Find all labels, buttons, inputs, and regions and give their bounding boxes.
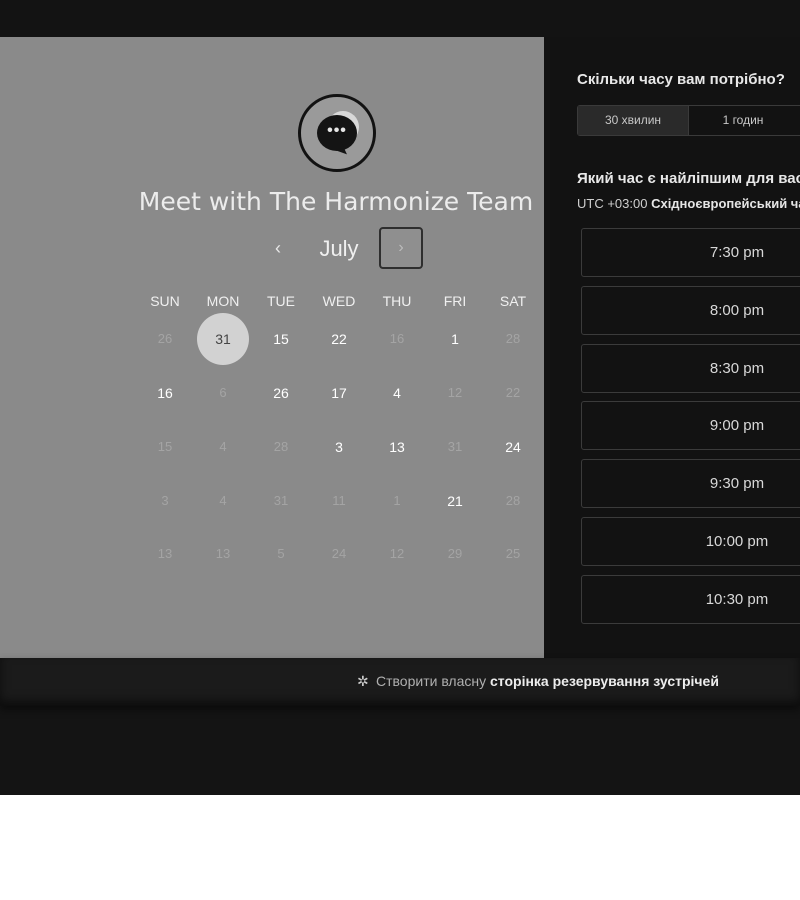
prev-month-button[interactable]: ‹: [264, 231, 292, 265]
footer-band: ✲ Створити власну сторінка резервування з…: [0, 658, 800, 706]
time-slot-button[interactable]: 8:00 pm: [581, 285, 800, 335]
time-slot-label: 8:00 pm: [709, 301, 765, 319]
next-month-button[interactable]: ›: [379, 227, 423, 269]
calendar-day: 1: [393, 493, 401, 508]
calendar-day: 13: [215, 546, 231, 561]
weekday-label: SAT: [499, 293, 527, 309]
calendar-day: 3: [161, 493, 169, 508]
meeting-title: Meet with The Harmonize Team: [138, 187, 534, 216]
calendar-day[interactable]: 24: [487, 421, 539, 473]
calendar-day[interactable]: 17: [313, 367, 365, 419]
weekday-label: THU: [382, 293, 412, 309]
calendar-day: 22: [505, 385, 521, 400]
duration-question: Скільки часу вам потрібно?: [577, 71, 785, 88]
time-slot-button[interactable]: 9:30 pm: [581, 459, 800, 509]
calendar-day[interactable]: 26: [255, 367, 307, 419]
calendar-day[interactable]: 4: [371, 367, 423, 419]
calendar-day: 31: [447, 439, 463, 454]
calendar-day[interactable]: 15: [255, 313, 307, 365]
time-slot-button[interactable]: 9:00 pm: [581, 401, 800, 451]
calendar-day: 31: [273, 493, 289, 508]
duration-option-60[interactable]: 1 годин: [688, 106, 798, 135]
weekday-label: FRI: [443, 293, 467, 309]
time-slot-button[interactable]: 8:30 pm: [581, 343, 800, 393]
calendar-day: 28: [273, 439, 289, 454]
time-slot-label: 10:30 pm: [705, 590, 769, 608]
calendar-day: 28: [505, 331, 521, 346]
footer-prefix: Створити власну: [376, 673, 487, 689]
time-slot-label: 7:30 pm: [709, 244, 765, 261]
weekday-label: MON: [206, 293, 240, 309]
calendar-day: 12: [447, 385, 463, 400]
timezone-name: Східноєвропейський час: [651, 196, 800, 211]
calendar-day[interactable]: 13: [371, 421, 423, 473]
calendar-day: 16: [389, 331, 405, 346]
calendar-day: 15: [157, 439, 173, 454]
duration-option-30[interactable]: 30 хвилин: [578, 106, 689, 135]
calendar-day[interactable]: 22: [313, 313, 365, 365]
calendar-day: 4: [219, 493, 227, 508]
top-bar: [0, 0, 800, 37]
calendar-day: 25: [505, 546, 521, 561]
weekday-label: TUE: [267, 293, 295, 309]
month-label: July: [319, 236, 359, 261]
timezone-offset: UTC +03:00: [577, 196, 648, 211]
time-slot-button[interactable]: 7:30 pm: [581, 228, 800, 277]
calendar-day: 24: [331, 546, 347, 561]
chat-bubble-icon: •••: [298, 94, 376, 172]
time-slot-button[interactable]: 10:30 pm: [581, 574, 800, 624]
footer-link-text: сторінка резервування зустрічей: [490, 673, 719, 689]
time-slot-button[interactable]: 10:00 pm: [581, 517, 800, 566]
weekday-label: WED: [322, 293, 356, 309]
calendar-day: 4: [219, 439, 227, 454]
calendar-day: 11: [332, 493, 346, 508]
footer: ✲ Створити власну сторінка резервування з…: [0, 658, 800, 795]
calendar-day: 13: [157, 546, 173, 561]
calendar-day[interactable]: 16: [139, 367, 191, 419]
timezone-label[interactable]: UTC +03:00 Східноєвропейський час: [577, 196, 800, 211]
hubspot-sprocket-icon: ✲: [357, 673, 369, 689]
calendar-day: 28: [505, 493, 521, 508]
calendar-day: 6: [219, 385, 227, 400]
calendar-day: 5: [277, 546, 285, 561]
calendar-day[interactable]: 1: [429, 313, 481, 365]
time-slot-label: 8:30 pm: [709, 359, 765, 377]
calendar-day: 12: [389, 546, 405, 561]
weekday-label: SUN: [150, 293, 180, 309]
calendar-day: 29: [447, 546, 463, 561]
selected-day[interactable]: 31: [197, 313, 249, 365]
time-question: Який час є найліпшим для вас?: [577, 170, 800, 187]
time-slot-label: 9:30 pm: [709, 475, 765, 493]
time-slot-label: 10:00 pm: [705, 533, 769, 550]
time-selection-panel: Скільки часу вам потрібно? 30 хвилин 1 г…: [544, 37, 800, 658]
calendar-panel: ••• Meet with The Harmonize Team ‹ July …: [0, 37, 544, 658]
duration-selector: 30 хвилин 1 годин: [577, 105, 800, 136]
calendar-day[interactable]: 21: [429, 475, 481, 527]
create-booking-page-link[interactable]: ✲ Створити власну сторінка резервування з…: [357, 673, 719, 690]
calendar-day[interactable]: 3: [313, 421, 365, 473]
time-slot-label: 9:00 pm: [709, 417, 765, 435]
calendar-day: 26: [157, 331, 173, 346]
